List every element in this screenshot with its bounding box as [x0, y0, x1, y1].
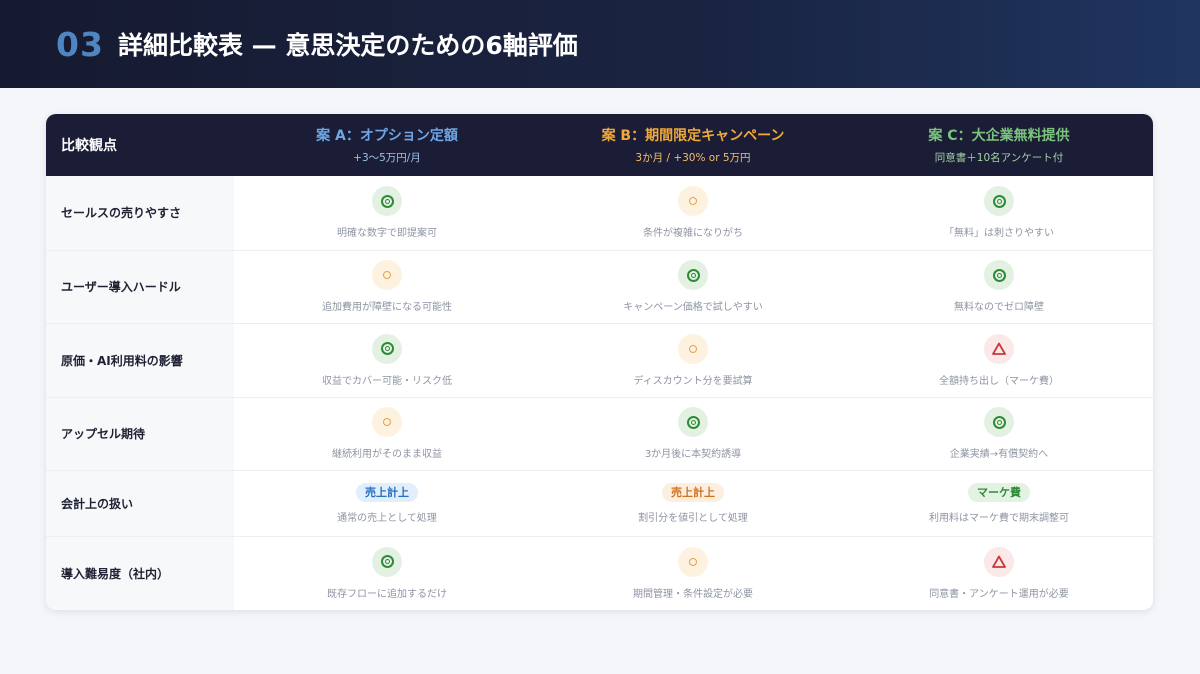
table-cell: キャンペーン価格で試しやすい	[540, 251, 846, 324]
table-header-row: 比較観点 案 A：オプション定額 +3〜5万円/月 案 B：期間限定キャンペーン…	[46, 114, 1153, 176]
cell-note: 継続利用がそのまま収益	[332, 449, 442, 461]
accounting-badge: 売上計上	[356, 482, 418, 503]
table-body: セールスの売りやすさ明確な数字で即提案可 条件が複雑になりがち 「無料」は刺さりやす…	[46, 176, 1153, 610]
circle-icon	[678, 333, 708, 364]
double-circle-icon	[984, 407, 1014, 438]
accounting-badge: マーケ費	[968, 482, 1030, 503]
cell-note: 期間管理・条件設定が必要	[633, 588, 753, 600]
row-label: 会計上の扱い	[46, 471, 234, 536]
option-c-sub: 同意書＋10名アンケート付	[934, 152, 1064, 164]
table-row: 導入難易度（社内） 既存フローに追加するだけ 期間管理・条件設定が必要 同意書・アンケ…	[46, 536, 1153, 610]
option-c-name: 案 C：大企業無料提供	[928, 128, 1070, 144]
triangle-icon	[984, 546, 1014, 577]
row-label: ユーザー導入ハードル	[46, 250, 234, 323]
table-cell: 同意書・アンケート運用が必要	[846, 537, 1152, 610]
table-cell: 3か月後に本契約誘導	[540, 398, 846, 471]
row-label: セールスの売りやすさ	[46, 176, 234, 250]
cell-note: 追加費用が障壁になる可能性	[322, 302, 452, 314]
option-a-header: 案 A：オプション定額 +3〜5万円/月	[234, 125, 540, 165]
corner-label: 比較観点	[61, 138, 117, 154]
option-c-header: 案 C：大企業無料提供 同意書＋10名アンケート付	[846, 125, 1152, 165]
table-row: 会計上の扱い 売上計上 通常の売上として処理 売上計上 割引分を値引として処理 マーケ費利…	[46, 470, 1153, 536]
option-b-name: 案 B：期間限定キャンペーン	[601, 128, 785, 144]
table-row: 原価・AI利用料の影響収益でカバー可能・リスク低 ディスカウント分を要試算 全額持ち…	[46, 323, 1153, 397]
cell-note: 全額持ち出し（マーケ費）	[939, 375, 1059, 387]
option-b-sub: 3か月 / +30% or 5万円	[635, 152, 751, 164]
table-row: ユーザー導入ハードル追加費用が障壁になる可能性 キャンペーン価格で試しやすい 無料な…	[46, 249, 1153, 324]
accounting-badge: 売上計上	[662, 482, 724, 503]
double-circle-icon	[372, 333, 402, 364]
cell-note: 条件が複雑になりがち	[643, 228, 743, 240]
double-circle-icon	[372, 186, 402, 217]
option-b-header: 案 B：期間限定キャンペーン 3か月 / +30% or 5万円	[540, 125, 846, 165]
double-circle-icon	[678, 260, 708, 291]
table-cell: 明確な数字で即提案可	[234, 176, 540, 250]
double-circle-icon	[678, 407, 708, 438]
table-cell: 条件が複雑になりがち	[540, 176, 846, 250]
table-cell: 「無料」は刺さりやすい	[846, 176, 1152, 250]
option-a-name: 案 A：オプション定額	[316, 128, 458, 144]
cell-note: ディスカウント分を要試算	[633, 375, 753, 387]
cell-note: 3か月後に本契約誘導	[644, 449, 742, 461]
slide-title: 詳細比較表 — 意思決定のための6軸評価	[117, 31, 578, 60]
table-cell: 追加費用が障壁になる可能性	[234, 251, 540, 324]
comparison-table: 比較観点 案 A：オプション定額 +3〜5万円/月 案 B：期間限定キャンペーン…	[46, 114, 1153, 610]
cell-note: 無料なのでゼロ障壁	[954, 302, 1044, 314]
triangle-icon	[984, 333, 1014, 364]
cell-note: 企業実績→有償契約へ	[949, 449, 1049, 461]
table-cell: マーケ費利用料はマーケ費で期末調整可	[846, 471, 1152, 536]
table-cell: ディスカウント分を要試算	[540, 324, 846, 397]
option-a-sub: +3〜5万円/月	[353, 152, 421, 164]
table-cell: 収益でカバー可能・リスク低	[234, 324, 540, 397]
cell-note: 同意書・アンケート運用が必要	[929, 588, 1069, 600]
circle-icon	[372, 407, 402, 438]
row-label: 導入難易度（社内）	[46, 537, 234, 610]
cell-note: 利用料はマーケ費で期末調整可	[929, 513, 1069, 525]
circle-icon	[372, 260, 402, 291]
double-circle-icon	[984, 186, 1014, 217]
table-cell: 売上計上割引分を値引として処理	[540, 471, 846, 536]
circle-icon	[678, 186, 708, 217]
table-cell: 継続利用がそのまま収益	[234, 398, 540, 471]
double-circle-icon	[372, 546, 402, 577]
slide-header: 03 詳細比較表 — 意思決定のための6軸評価	[0, 0, 1200, 88]
row-label: アップセル期待	[46, 397, 234, 470]
double-circle-icon	[984, 260, 1014, 291]
cell-note: 既存フローに追加するだけ	[327, 588, 447, 600]
cell-note: 明確な数字で即提案可	[337, 228, 437, 240]
cell-note: 収益でカバー可能・リスク低	[322, 375, 452, 387]
row-label: 原価・AI利用料の影響	[46, 324, 234, 397]
cell-note: 「無料」は刺さりやすい	[944, 228, 1054, 240]
cell-note: 割引分を値引として処理	[638, 513, 748, 525]
table-cell: 期間管理・条件設定が必要	[540, 537, 846, 610]
table-row: アップセル期待継続利用がそのまま収益 3か月後に本契約誘導 企業実績→有償契約へ	[46, 396, 1153, 471]
table-row: セールスの売りやすさ明確な数字で即提案可 条件が複雑になりがち 「無料」は刺さりやす…	[46, 176, 1153, 250]
table-cell: 全額持ち出し（マーケ費）	[846, 324, 1152, 397]
table-cell: 無料なのでゼロ障壁	[846, 251, 1152, 324]
table-cell: 既存フローに追加するだけ	[234, 537, 540, 610]
circle-icon	[678, 546, 708, 577]
section-number: 03	[56, 24, 104, 64]
table-cell: 企業実績→有償契約へ	[846, 398, 1152, 471]
cell-note: 通常の売上として処理	[337, 513, 437, 525]
cell-note: キャンペーン価格で試しやすい	[623, 302, 763, 314]
table-cell: 売上計上通常の売上として処理	[234, 471, 540, 536]
